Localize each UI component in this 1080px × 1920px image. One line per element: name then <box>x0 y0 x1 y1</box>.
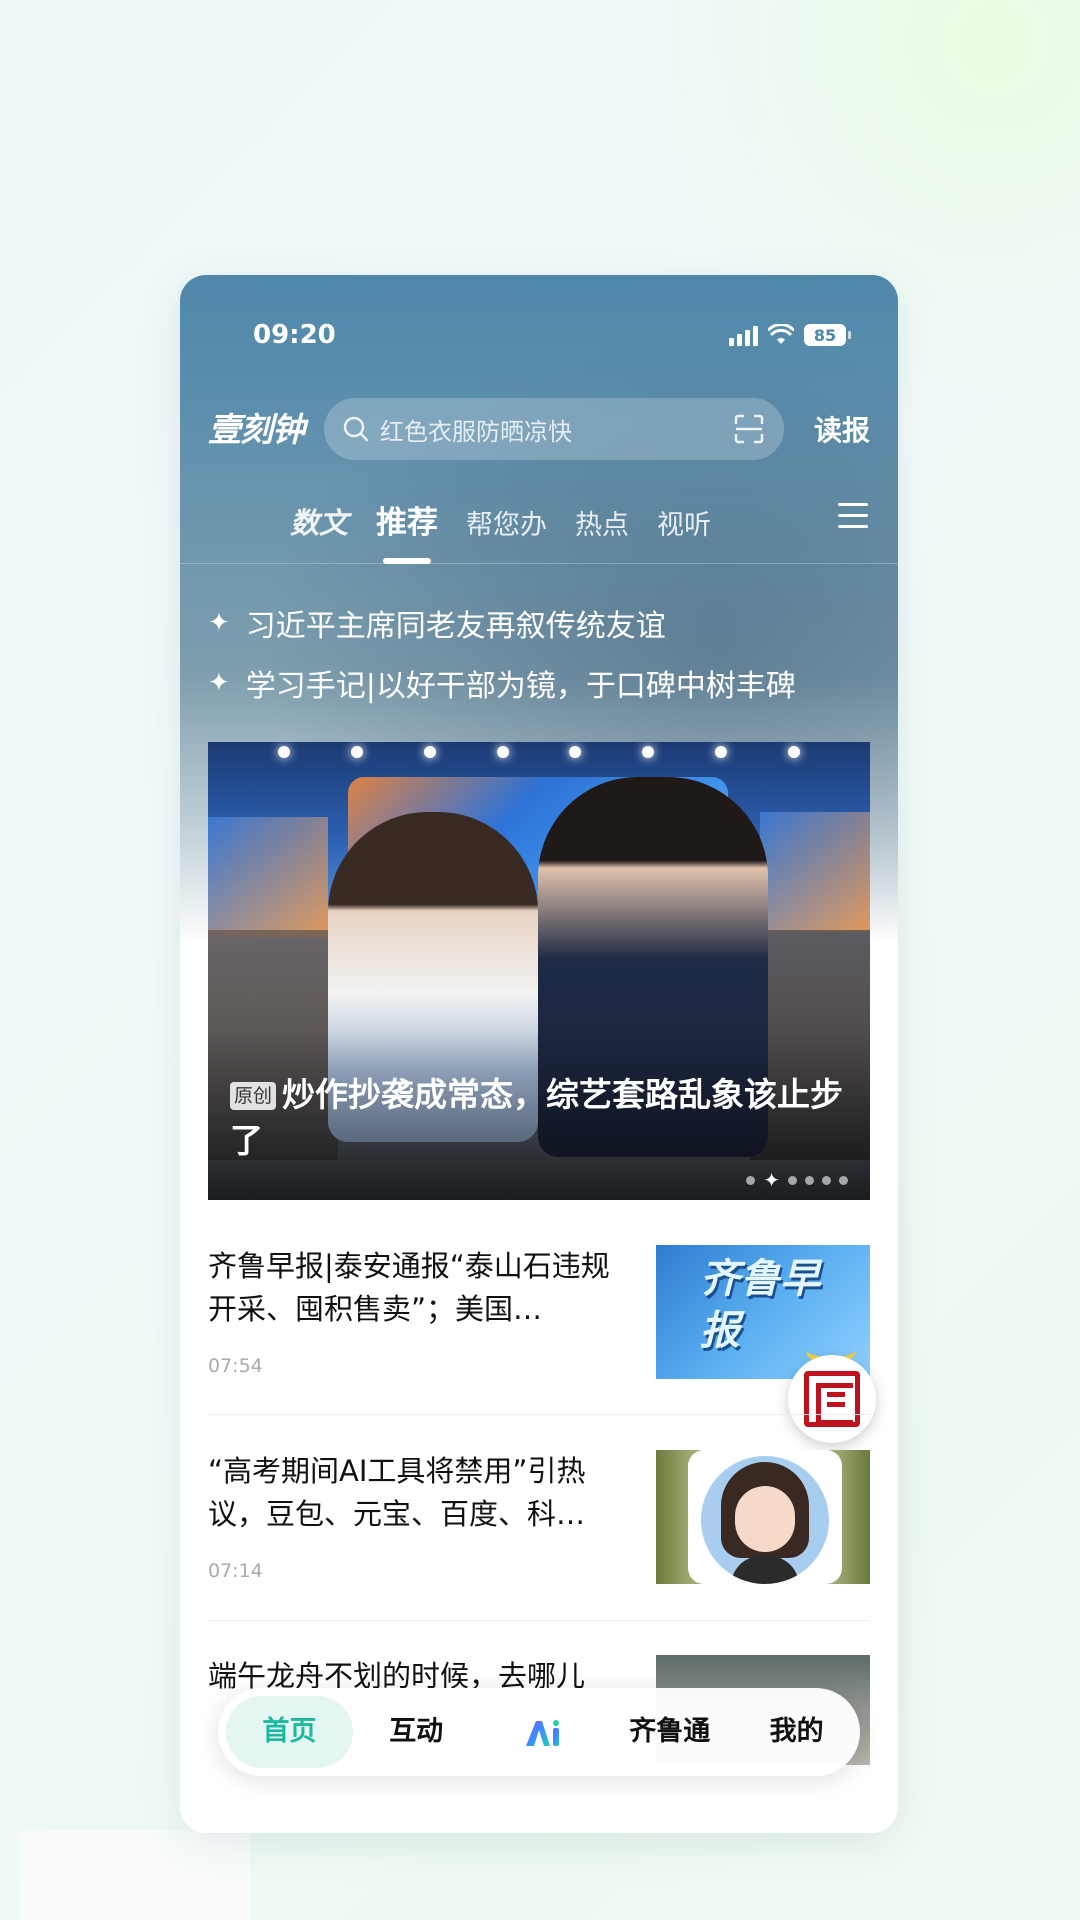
phone-screen: 09:20 85 壹刻钟 红色衣服防晒凉快 读报 数文 推荐 帮您办 热点 视听 <box>180 275 898 1833</box>
nav-home[interactable]: 首页 <box>226 1696 353 1768</box>
news-thumbnail <box>656 1450 870 1584</box>
search-icon <box>343 416 369 442</box>
nav-ai[interactable] <box>480 1696 607 1768</box>
news-item[interactable]: “高考期间AI工具将禁用”引热议，豆包、元宝、百度、科… 07:14 <box>208 1450 870 1620</box>
signal-icon <box>729 324 758 346</box>
banner-image-part <box>248 746 830 758</box>
read-paper-button[interactable]: 读报 <box>814 409 870 449</box>
nav-interact[interactable]: 互动 <box>353 1696 480 1768</box>
carousel-dot-active[interactable]: ✦ <box>763 1170 780 1190</box>
news-title: 齐鲁早报|泰安通报“泰山石违规开采、囤积售卖”；美国… <box>208 1249 610 1326</box>
tabs-divider <box>180 563 898 564</box>
search-bar[interactable]: 红色衣服防晒凉快 <box>324 398 784 460</box>
tab-help[interactable]: 帮您办 <box>466 503 547 542</box>
news-time: 07:54 <box>208 1355 263 1377</box>
app-logo[interactable]: 壹刻钟 <box>208 403 305 451</box>
news-item[interactable]: 齐鲁早报|泰安通报“泰山石违规开采、囤积售卖”；美国… 07:54 齐鲁早报 <box>208 1245 870 1415</box>
headline-text: 习近平主席同老友再叙传统友谊 <box>245 609 666 644</box>
carousel-dot[interactable] <box>788 1175 797 1185</box>
sparkle-icon: ✦ <box>208 608 230 638</box>
bottom-navigation: 首页 互动 齐鲁通 我的 <box>218 1688 860 1776</box>
channel-tabs: 数文 推荐 帮您办 热点 视听 <box>290 497 711 542</box>
banner-title-text: 炒作抄袭成常态，综艺套路乱象该止步了 <box>230 1075 844 1160</box>
tab-video[interactable]: 视听 <box>657 503 711 542</box>
banner-image-part <box>208 817 328 937</box>
wifi-icon <box>768 324 794 344</box>
tab-shuwen[interactable]: 数文 <box>290 500 348 542</box>
scan-icon[interactable] <box>734 414 764 444</box>
banner-title: 原创 炒作抄袭成常态，综艺套路乱象该止步了 <box>230 1072 850 1164</box>
carousel-dot[interactable] <box>822 1175 831 1185</box>
news-title: “高考期间AI工具将禁用”引热议，豆包、元宝、百度、科… <box>208 1454 586 1531</box>
banner-image-part <box>760 812 870 932</box>
status-time: 09:20 <box>253 320 336 350</box>
headline-text: 学习手记|以好干部为镜，于口碑中树丰碑 <box>245 669 796 704</box>
background-panel <box>20 1830 250 1920</box>
feed-divider <box>208 1414 870 1415</box>
status-icons: 85 <box>729 320 851 350</box>
seal-icon <box>804 1371 860 1427</box>
ai-logo-icon <box>525 1719 559 1746</box>
featured-banner[interactable]: 原创 炒作抄袭成常态，综艺套路乱象该止步了 ✦ <box>208 742 870 1200</box>
headline-item[interactable]: ✦ 学习手记|以好干部为镜，于口碑中树丰碑 <box>208 661 796 705</box>
thumb-title: 齐鲁早报 <box>700 1256 820 1354</box>
feed-divider <box>208 1620 870 1621</box>
carousel-dot[interactable] <box>805 1175 814 1185</box>
original-badge: 原创 <box>230 1082 277 1110</box>
carousel-dots[interactable]: ✦ <box>746 1170 848 1190</box>
news-time: 07:14 <box>208 1560 263 1582</box>
battery-icon: 85 <box>804 324 851 346</box>
nav-mine[interactable]: 我的 <box>733 1696 860 1768</box>
carousel-dot[interactable] <box>839 1175 848 1185</box>
headline-item[interactable]: ✦ 习近平主席同老友再叙传统友谊 <box>208 601 666 645</box>
tab-recommend[interactable]: 推荐 <box>376 497 438 542</box>
search-input[interactable]: 红色衣服防晒凉快 <box>380 412 734 447</box>
carousel-dot[interactable] <box>746 1175 756 1185</box>
paper-seal-button[interactable] <box>788 1355 876 1443</box>
tab-hot[interactable]: 热点 <box>575 503 629 542</box>
nav-qilutong[interactable]: 齐鲁通 <box>606 1696 733 1768</box>
menu-icon[interactable] <box>838 503 868 529</box>
sparkle-icon: ✦ <box>208 668 230 698</box>
avatar <box>701 1456 829 1584</box>
